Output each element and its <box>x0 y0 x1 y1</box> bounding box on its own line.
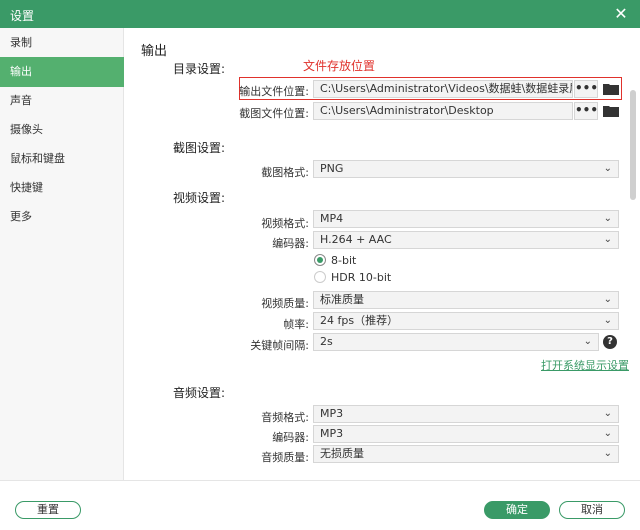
open-display-settings-link[interactable]: 打开系统显示设置 <box>541 357 629 373</box>
fps-label: 帧率: <box>283 318 309 331</box>
vertical-scrollbar[interactable] <box>630 90 636 200</box>
sidebar-item-mouse-keyboard[interactable]: 鼠标和键盘 <box>0 144 124 174</box>
chevron-down-icon: ⌄ <box>603 408 612 419</box>
footer: 重置 确定 取消 <box>0 480 640 530</box>
chevron-down-icon: ⌄ <box>603 213 612 224</box>
audio-format-label: 音频格式: <box>261 411 309 424</box>
video-heading: 视频设置: <box>173 191 226 205</box>
directory-heading: 目录设置: <box>173 62 226 76</box>
sidebar-item-record[interactable]: 录制 <box>0 28 124 58</box>
output-path-field[interactable]: C:\Users\Administrator\Videos\数据蛙\数据蛙录屏软… <box>313 80 573 98</box>
video-format-label: 视频格式: <box>261 217 309 230</box>
hdr-10-bit-label: HDR 10-bit <box>331 271 392 284</box>
video-encoder-label: 编码器: <box>272 237 309 250</box>
audio-encoder-value: MP3 <box>320 427 344 440</box>
file-location-annotation: 文件存放位置 <box>303 59 376 73</box>
ok-button[interactable]: 确定 <box>484 501 550 519</box>
sidebar-item-sound[interactable]: 声音 <box>0 86 124 116</box>
screenshot-format-label: 截图格式: <box>261 166 309 179</box>
title-bar: 设置 ✕ <box>0 0 640 28</box>
help-icon[interactable]: ? <box>603 335 617 349</box>
chevron-down-icon: ⌄ <box>603 163 612 174</box>
keyframe-value: 2s <box>320 335 333 348</box>
main-panel: 输出 目录设置: 文件存放位置 输出文件位置: C:\Users\Adminis… <box>125 28 640 480</box>
sidebar: 录制 输出 声音 摄像头 鼠标和键盘 快捷键 更多 <box>0 28 124 480</box>
audio-format-select[interactable]: MP3 ⌄ <box>313 405 619 423</box>
video-quality-select[interactable]: 标准质量 ⌄ <box>313 291 619 309</box>
audio-quality-select[interactable]: 无损质量 ⌄ <box>313 445 619 463</box>
video-encoder-value: H.264 + AAC <box>320 233 392 246</box>
chevron-down-icon: ⌄ <box>603 315 612 326</box>
output-folder-icon[interactable] <box>603 83 619 95</box>
sidebar-item-camera[interactable]: 摄像头 <box>0 115 124 145</box>
audio-heading: 音频设置: <box>173 386 226 400</box>
chevron-down-icon: ⌄ <box>603 428 612 439</box>
video-format-select[interactable]: MP4 ⌄ <box>313 210 619 228</box>
page-title: 输出 <box>141 44 168 59</box>
reset-button[interactable]: 重置 <box>15 501 81 519</box>
close-icon[interactable]: ✕ <box>610 3 632 25</box>
output-path-label: 输出文件位置: <box>239 85 309 98</box>
video-quality-label: 视频质量: <box>261 297 309 310</box>
screenshot-folder-icon[interactable] <box>603 105 619 117</box>
output-path-browse-button[interactable]: ••• <box>574 80 598 98</box>
screenshot-heading: 截图设置: <box>173 141 226 155</box>
screenshot-path-field[interactable]: C:\Users\Administrator\Desktop <box>313 102 573 120</box>
screenshot-path-label: 截图文件位置: <box>239 107 309 120</box>
chevron-down-icon: ⌄ <box>603 234 612 245</box>
video-quality-value: 标准质量 <box>320 293 364 306</box>
screenshot-format-value: PNG <box>320 162 344 175</box>
keyframe-label: 关键帧间隔: <box>250 339 309 352</box>
video-encoder-select[interactable]: H.264 + AAC ⌄ <box>313 231 619 249</box>
keyframe-select[interactable]: 2s ⌄ <box>313 333 599 351</box>
audio-format-value: MP3 <box>320 407 344 420</box>
hdr-10-bit-radio[interactable] <box>314 271 326 283</box>
cancel-button[interactable]: 取消 <box>559 501 625 519</box>
chevron-down-icon: ⌄ <box>603 294 612 305</box>
video-format-value: MP4 <box>320 212 344 225</box>
fps-value: 24 fps（推荐） <box>320 314 399 327</box>
chevron-down-icon: ⌄ <box>603 448 612 459</box>
audio-quality-label: 音频质量: <box>261 451 309 464</box>
sidebar-item-more[interactable]: 更多 <box>0 202 124 232</box>
window-title: 设置 <box>10 9 35 23</box>
audio-encoder-select[interactable]: MP3 ⌄ <box>313 425 619 443</box>
sidebar-item-output[interactable]: 输出 <box>0 57 124 87</box>
bit-8-radio[interactable] <box>314 254 326 266</box>
screenshot-format-select[interactable]: PNG ⌄ <box>313 160 619 178</box>
sidebar-item-hotkeys[interactable]: 快捷键 <box>0 173 124 203</box>
screenshot-path-browse-button[interactable]: ••• <box>574 102 598 120</box>
audio-encoder-label: 编码器: <box>272 431 309 444</box>
chevron-down-icon: ⌄ <box>583 336 592 347</box>
fps-select[interactable]: 24 fps（推荐） ⌄ <box>313 312 619 330</box>
bit-8-label: 8-bit <box>331 254 357 267</box>
audio-quality-value: 无损质量 <box>320 447 364 460</box>
